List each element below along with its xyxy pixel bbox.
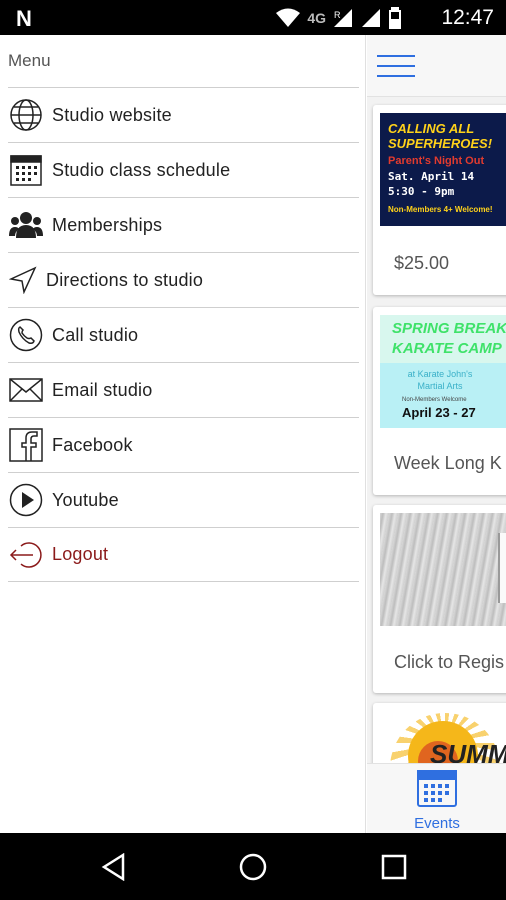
- navigation-drawer: Menu Studio website Studio class schedul…: [0, 35, 366, 833]
- home-icon[interactable]: [235, 849, 271, 885]
- calendar-icon: [417, 770, 457, 807]
- poster-text: SUPERHEROES!: [388, 136, 493, 151]
- clock: 12:47: [441, 6, 494, 29]
- event-card[interactable]: Click to Regis: [373, 505, 506, 693]
- poster-text: CALLING ALL: [388, 121, 475, 136]
- notification-n-icon: N: [16, 6, 32, 31]
- event-title: Click to Regis: [394, 652, 505, 672]
- poster-text: at Karate John's Martial Arts: [407, 369, 473, 391]
- cell-signal-2-icon: [362, 9, 380, 27]
- cell-signal-icon: R: [334, 9, 352, 27]
- envelope-icon: [8, 372, 44, 408]
- menu-item-studio-website[interactable]: Studio website: [8, 87, 359, 142]
- poster-text: April 23 - 27: [402, 405, 476, 420]
- event-card[interactable]: SPRING BREAK KARATE CAMP at Karate John's…: [373, 307, 506, 495]
- tab-label: Events: [414, 815, 460, 832]
- menu-item-label: Studio class schedule: [52, 159, 231, 180]
- drawer-title: Menu: [8, 51, 51, 70]
- menu-item-email-studio[interactable]: Email studio: [8, 362, 359, 417]
- menu-item-memberships[interactable]: Memberships: [8, 197, 359, 252]
- system-navigation-bar: [0, 833, 506, 900]
- event-poster-spring-break: SPRING BREAK KARATE CAMP at Karate John's…: [380, 315, 506, 428]
- event-card[interactable]: CALLING ALL SUPERHEROES! Parent's Night O…: [373, 105, 506, 295]
- poster-text: 5:30 - 9pm: [388, 185, 455, 198]
- event-price: $25.00: [394, 253, 450, 273]
- network-type: 4G: [307, 10, 326, 26]
- event-photo: [380, 513, 506, 626]
- status-icons: 4G R: [275, 7, 402, 29]
- wifi-icon: [276, 8, 301, 27]
- menu-item-logout[interactable]: Logout: [8, 527, 359, 582]
- menu-item-label: Youtube: [52, 489, 119, 510]
- back-icon[interactable]: [96, 849, 132, 885]
- status-bar: N 4G R 12:47: [0, 0, 506, 35]
- drawer-menu: Studio website Studio class schedule Mem…: [8, 87, 359, 582]
- app-toolbar: [367, 35, 506, 97]
- menu-item-call-studio[interactable]: Call studio: [8, 307, 359, 362]
- facebook-icon: [8, 427, 44, 463]
- navigation-arrow-icon: [8, 262, 38, 298]
- menu-item-label: Logout: [52, 544, 109, 564]
- menu-item-label: Facebook: [52, 434, 133, 455]
- svg-text:R: R: [334, 10, 341, 20]
- poster-text: SPRING BREAK: [392, 320, 506, 337]
- hamburger-menu-icon[interactable]: [377, 55, 415, 77]
- phone-icon: [8, 317, 44, 353]
- events-content: CALLING ALL SUPERHEROES! Parent's Night O…: [367, 35, 506, 833]
- poster-text: Non-Members Welcome: [402, 397, 467, 403]
- poster-text: Sat. April 14: [388, 170, 475, 183]
- poster-text: Parent's Night Out: [388, 155, 485, 167]
- poster-text: Non-Members 4+ Welcome!: [388, 205, 493, 214]
- menu-item-directions[interactable]: Directions to studio: [8, 252, 359, 307]
- bottom-tab-bar: Events: [367, 763, 506, 833]
- menu-item-facebook[interactable]: Facebook: [8, 417, 359, 472]
- event-poster-superheroes: CALLING ALL SUPERHEROES! Parent's Night O…: [380, 113, 506, 226]
- menu-item-class-schedule[interactable]: Studio class schedule: [8, 142, 359, 197]
- poster-text: KARATE CAMP: [392, 340, 502, 357]
- menu-item-label: Memberships: [52, 214, 163, 235]
- menu-item-label: Directions to studio: [46, 269, 204, 290]
- logout-icon: [8, 537, 44, 573]
- menu-item-label: Email studio: [52, 379, 153, 400]
- menu-item-label: Call studio: [52, 324, 139, 345]
- event-title: Week Long K: [394, 453, 502, 473]
- menu-item-label: Studio website: [52, 104, 172, 125]
- calendar-icon: [8, 152, 44, 188]
- recents-icon[interactable]: [376, 849, 412, 885]
- globe-icon: [8, 97, 44, 133]
- tab-events[interactable]: Events: [409, 768, 465, 832]
- menu-item-youtube[interactable]: Youtube: [8, 472, 359, 527]
- users-icon: [8, 207, 44, 243]
- play-icon: [8, 482, 44, 518]
- battery-icon: [389, 7, 401, 29]
